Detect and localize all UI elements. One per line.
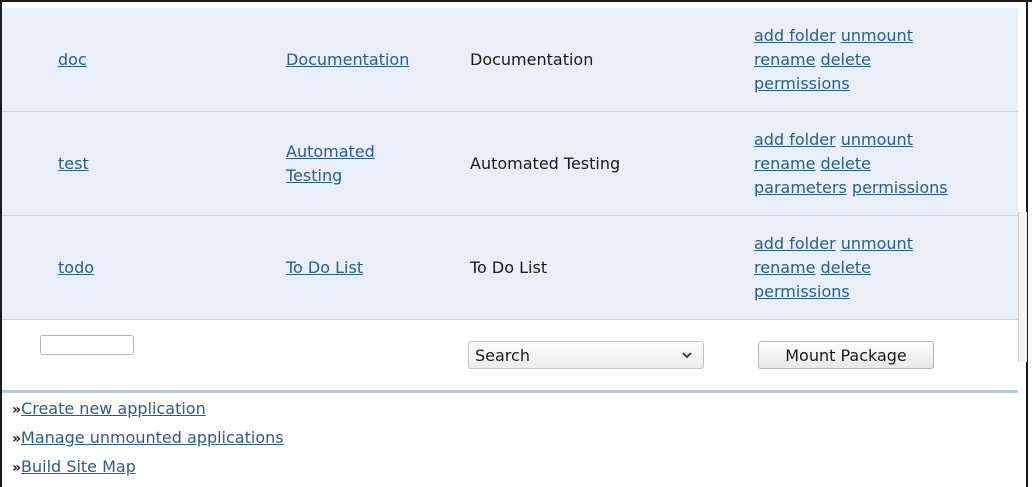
- build-site-map-link[interactable]: Build Site Map: [21, 457, 136, 476]
- unmount-link[interactable]: unmount: [841, 234, 913, 253]
- add-folder-link[interactable]: add folder: [754, 26, 836, 45]
- parameters-link[interactable]: parameters: [754, 178, 847, 197]
- permissions-link[interactable]: permissions: [754, 74, 850, 93]
- app-description: To Do List: [470, 257, 548, 277]
- rename-link[interactable]: rename: [754, 50, 815, 69]
- rename-link[interactable]: rename: [754, 154, 815, 173]
- table-row: todo To Do List To Do List add folder un…: [2, 215, 1018, 320]
- bullet-marker: »: [12, 460, 22, 476]
- app-actions: add folder unmount rename delete permiss…: [754, 215, 1018, 320]
- bullet-marker: »: [12, 402, 22, 418]
- bullet-marker: »: [12, 431, 22, 447]
- applications-table: doc Documentation Documentation add fold…: [2, 8, 1018, 393]
- delete-link[interactable]: delete: [821, 258, 871, 277]
- app-name-link[interactable]: doc: [58, 50, 87, 69]
- list-item: »Create new application: [12, 395, 284, 424]
- mount-name-input[interactable]: [40, 335, 134, 356]
- app-title-link[interactable]: Automated Testing: [286, 142, 375, 185]
- add-folder-link[interactable]: add folder: [754, 234, 836, 253]
- permissions-link[interactable]: permissions: [852, 178, 948, 197]
- delete-link[interactable]: delete: [821, 154, 871, 173]
- package-select-value: Search: [475, 345, 530, 365]
- app-actions: add folder unmount rename delete paramet…: [754, 111, 1018, 216]
- chevron-down-icon: [682, 352, 692, 359]
- manage-unmounted-link[interactable]: Manage unmounted applications: [21, 428, 284, 447]
- package-select[interactable]: Search: [468, 341, 704, 369]
- app-name-link[interactable]: todo: [58, 258, 94, 277]
- app-name-link[interactable]: test: [58, 154, 89, 173]
- list-item: »Build Site Map: [12, 453, 284, 482]
- table-row: doc Documentation Documentation add fold…: [2, 8, 1018, 112]
- app-actions: add folder unmount rename delete permiss…: [754, 8, 1018, 112]
- app-title-link[interactable]: Documentation: [286, 50, 409, 69]
- unmount-link[interactable]: unmount: [841, 130, 913, 149]
- unmount-link[interactable]: unmount: [841, 26, 913, 45]
- mount-package-button[interactable]: Mount Package: [758, 341, 934, 369]
- mount-form-row: Search Mount Package: [2, 319, 1018, 393]
- rename-link[interactable]: rename: [754, 258, 815, 277]
- scrollbar[interactable]: [1018, 212, 1027, 362]
- create-application-link[interactable]: Create new application: [21, 399, 206, 418]
- permissions-link[interactable]: permissions: [754, 282, 850, 301]
- app-description: Documentation: [470, 49, 594, 69]
- app-description: Automated Testing: [470, 153, 621, 173]
- list-item: »Manage unmounted applications: [12, 424, 284, 453]
- footer-links: »Create new application »Manage unmounte…: [12, 395, 284, 482]
- add-folder-link[interactable]: add folder: [754, 130, 836, 149]
- app-title-link[interactable]: To Do List: [286, 258, 363, 277]
- delete-link[interactable]: delete: [821, 50, 871, 69]
- table-row: test Automated Testing Automated Testing…: [2, 111, 1018, 216]
